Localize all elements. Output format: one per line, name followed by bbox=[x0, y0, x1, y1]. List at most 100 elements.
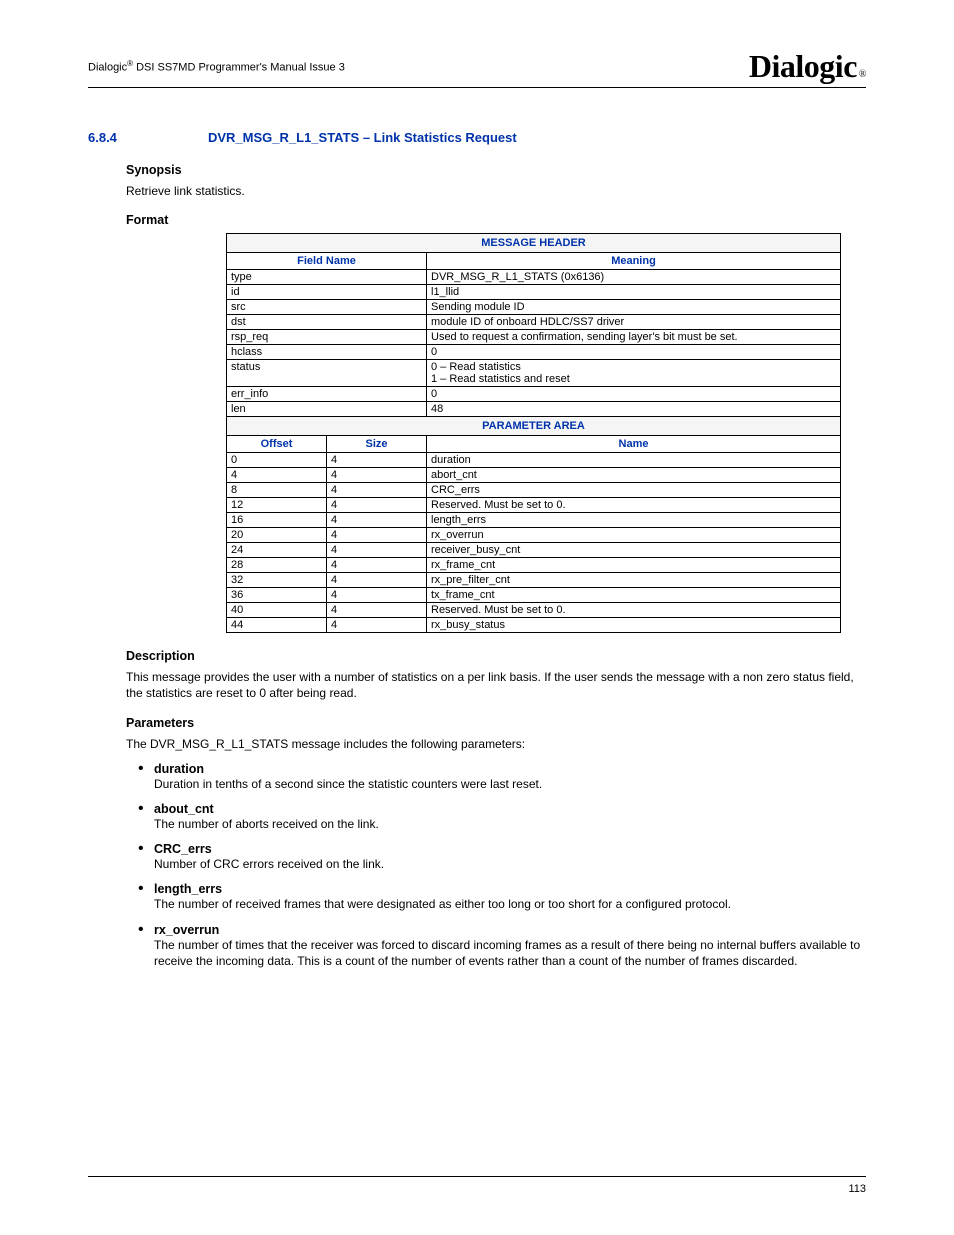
name-cell: rx_frame_cnt bbox=[427, 558, 841, 573]
table-row: 04duration bbox=[227, 453, 841, 468]
meaning-cell: Sending module ID bbox=[427, 300, 841, 315]
table-row: 284rx_frame_cnt bbox=[227, 558, 841, 573]
param-area-title: PARAMETER AREA bbox=[227, 417, 841, 436]
table-row: 244receiver_busy_cnt bbox=[227, 543, 841, 558]
name-cell: rx_overrun bbox=[427, 528, 841, 543]
field-cell: status bbox=[227, 360, 427, 387]
size-label: Size bbox=[327, 436, 427, 453]
size-cell: 4 bbox=[327, 453, 427, 468]
field-cell: type bbox=[227, 270, 427, 285]
offset-label: Offset bbox=[227, 436, 327, 453]
parameters-heading: Parameters bbox=[126, 716, 866, 730]
list-item: durationDuration in tenths of a second s… bbox=[140, 762, 866, 792]
param-desc: The number of received frames that were … bbox=[154, 897, 731, 911]
param-name: about_cnt bbox=[154, 802, 866, 816]
offset-cell: 40 bbox=[227, 603, 327, 618]
page-number: 113 bbox=[848, 1183, 866, 1195]
table-row: status0 – Read statistics 1 – Read stati… bbox=[227, 360, 841, 387]
page-footer: 113 bbox=[88, 1176, 866, 1195]
page-header: Dialogic® DSI SS7MD Programmer's Manual … bbox=[88, 48, 866, 88]
param-area-header: PARAMETER AREA bbox=[227, 417, 841, 436]
list-item: rx_overrunThe number of times that the r… bbox=[140, 923, 866, 969]
name-cell: CRC_errs bbox=[427, 483, 841, 498]
name-cell: rx_busy_status bbox=[427, 618, 841, 633]
meaning-cell: 0 – Read statistics 1 – Read statistics … bbox=[427, 360, 841, 387]
field-cell: err_info bbox=[227, 387, 427, 402]
table-row: 204rx_overrun bbox=[227, 528, 841, 543]
table-header-row: MESSAGE HEADER bbox=[227, 234, 841, 253]
message-table: MESSAGE HEADER Field Name Meaning typeDV… bbox=[226, 233, 841, 633]
offset-cell: 8 bbox=[227, 483, 327, 498]
table-row: 404Reserved. Must be set to 0. bbox=[227, 603, 841, 618]
param-desc: The number of aborts received on the lin… bbox=[154, 817, 379, 831]
table-row: hclass0 bbox=[227, 345, 841, 360]
name-cell: rx_pre_filter_cnt bbox=[427, 573, 841, 588]
offset-cell: 32 bbox=[227, 573, 327, 588]
param-desc: Duration in tenths of a second since the… bbox=[154, 777, 542, 791]
name-cell: abort_cnt bbox=[427, 468, 841, 483]
content-body: Synopsis Retrieve link statistics. Forma… bbox=[126, 163, 866, 969]
size-cell: 4 bbox=[327, 618, 427, 633]
meaning-cell: Used to request a confirmation, sending … bbox=[427, 330, 841, 345]
description-heading: Description bbox=[126, 649, 866, 663]
table-row: 84CRC_errs bbox=[227, 483, 841, 498]
size-cell: 4 bbox=[327, 528, 427, 543]
dialogic-logo: Dialogic® bbox=[749, 48, 866, 85]
param-name: rx_overrun bbox=[154, 923, 866, 937]
name-cell: Reserved. Must be set to 0. bbox=[427, 603, 841, 618]
offset-cell: 4 bbox=[227, 468, 327, 483]
table-row: 44abort_cnt bbox=[227, 468, 841, 483]
table-row: typeDVR_MSG_R_L1_STATS (0x6136) bbox=[227, 270, 841, 285]
table-row: srcSending module ID bbox=[227, 300, 841, 315]
section-heading: 6.8.4 DVR_MSG_R_L1_STATS – Link Statisti… bbox=[88, 130, 866, 145]
document-page: Dialogic® DSI SS7MD Programmer's Manual … bbox=[0, 0, 954, 1235]
field-name-label: Field Name bbox=[227, 253, 427, 270]
meaning-label: Meaning bbox=[427, 253, 841, 270]
logo-text: Dialogic bbox=[749, 48, 857, 85]
param-desc: Number of CRC errors received on the lin… bbox=[154, 857, 384, 871]
table-row: 324rx_pre_filter_cnt bbox=[227, 573, 841, 588]
section-number: 6.8.4 bbox=[88, 130, 168, 145]
table-row: 164length_errs bbox=[227, 513, 841, 528]
meaning-cell: 0 bbox=[427, 387, 841, 402]
size-cell: 4 bbox=[327, 513, 427, 528]
offset-cell: 20 bbox=[227, 528, 327, 543]
header-brand: Dialogic bbox=[88, 62, 127, 74]
table-row: 364tx_frame_cnt bbox=[227, 588, 841, 603]
param-name: duration bbox=[154, 762, 866, 776]
list-item: CRC_errsNumber of CRC errors received on… bbox=[140, 842, 866, 872]
name-cell: length_errs bbox=[427, 513, 841, 528]
table-row: err_info0 bbox=[227, 387, 841, 402]
name-label: Name bbox=[427, 436, 841, 453]
synopsis-heading: Synopsis bbox=[126, 163, 866, 177]
size-cell: 4 bbox=[327, 498, 427, 513]
table-row: idl1_llid bbox=[227, 285, 841, 300]
msg-header-title: MESSAGE HEADER bbox=[227, 234, 841, 253]
size-cell: 4 bbox=[327, 558, 427, 573]
size-cell: 4 bbox=[327, 468, 427, 483]
name-cell: duration bbox=[427, 453, 841, 468]
size-cell: 4 bbox=[327, 483, 427, 498]
table-row: rsp_reqUsed to request a confirmation, s… bbox=[227, 330, 841, 345]
size-cell: 4 bbox=[327, 573, 427, 588]
offset-cell: 36 bbox=[227, 588, 327, 603]
field-cell: dst bbox=[227, 315, 427, 330]
meaning-cell: DVR_MSG_R_L1_STATS (0x6136) bbox=[427, 270, 841, 285]
offset-cell: 0 bbox=[227, 453, 327, 468]
offset-cell: 16 bbox=[227, 513, 327, 528]
param-desc: The number of times that the receiver wa… bbox=[154, 938, 860, 968]
meaning-cell: l1_llid bbox=[427, 285, 841, 300]
param-subheader-row: Offset Size Name bbox=[227, 436, 841, 453]
size-cell: 4 bbox=[327, 603, 427, 618]
field-cell: src bbox=[227, 300, 427, 315]
meaning-cell: module ID of onboard HDLC/SS7 driver bbox=[427, 315, 841, 330]
name-cell: receiver_busy_cnt bbox=[427, 543, 841, 558]
field-cell: id bbox=[227, 285, 427, 300]
meaning-cell: 48 bbox=[427, 402, 841, 417]
offset-cell: 12 bbox=[227, 498, 327, 513]
name-cell: tx_frame_cnt bbox=[427, 588, 841, 603]
description-text: This message provides the user with a nu… bbox=[126, 669, 866, 701]
param-name: CRC_errs bbox=[154, 842, 866, 856]
list-item: length_errsThe number of received frames… bbox=[140, 882, 866, 912]
section-title: DVR_MSG_R_L1_STATS – Link Statistics Req… bbox=[208, 130, 517, 145]
